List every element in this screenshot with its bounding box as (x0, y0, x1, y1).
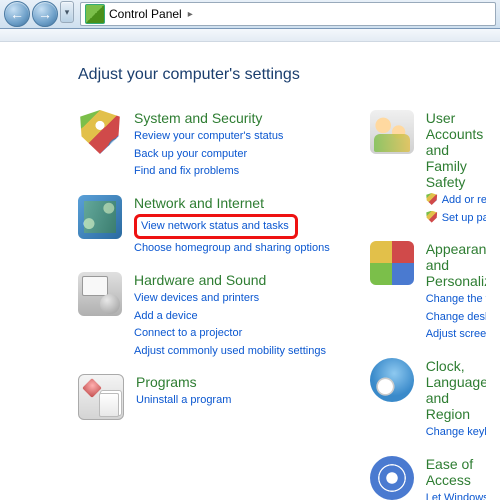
titlebar: ← → ▾ Control Panel ▸ (0, 0, 500, 29)
category-body: Programs Uninstall a program (136, 374, 231, 410)
clock-icon (370, 358, 414, 402)
shield-icon (78, 110, 122, 154)
category-link[interactable]: Review your computer's status (134, 128, 283, 146)
category-group: Appearance and Personalization Change the… (370, 241, 486, 344)
category-group: Clock, Language, and Region Change keyboa… (370, 358, 486, 442)
net-icon (78, 195, 122, 239)
category-title[interactable]: Programs (136, 374, 231, 390)
shield-icon (426, 211, 438, 223)
category-link[interactable]: Back up your computer (134, 146, 283, 164)
category-link[interactable]: Adjust commonly used mobility settings (134, 343, 326, 361)
category-group: System and Security Review your computer'… (78, 110, 330, 181)
category-link[interactable]: Change the theme (426, 291, 486, 309)
categories-right: User Accounts and Family Safety Add or re… (370, 110, 486, 500)
forward-button[interactable]: → (32, 1, 58, 27)
nav-buttons: ← → ▾ (4, 1, 74, 27)
category-link[interactable]: Add or remove user accounts (426, 192, 486, 210)
category-title[interactable]: Ease of Access (426, 456, 486, 488)
app-icon (370, 241, 414, 285)
category-link[interactable]: Connect to a projector (134, 325, 326, 343)
category-body: User Accounts and Family Safety Add or re… (426, 110, 486, 227)
category-body: Appearance and Personalization Change the… (426, 241, 486, 344)
highlighted-link: View network status and tasks (134, 214, 298, 240)
category-link[interactable]: Let Windows suggest settings (426, 490, 486, 500)
category-link[interactable]: Change keyboards or other input methods (426, 424, 486, 442)
control-panel-icon (85, 4, 105, 24)
toolbar (0, 29, 500, 42)
category-body: Network and Internet View network status … (134, 195, 330, 258)
ease-icon (370, 456, 414, 500)
category-link[interactable]: Adjust screen resolution (426, 326, 486, 344)
back-button[interactable]: ← (4, 1, 30, 27)
nav-history-dropdown[interactable]: ▾ (60, 1, 74, 23)
category-group: Network and Internet View network status … (78, 195, 330, 258)
category-link[interactable]: View devices and printers (134, 290, 326, 308)
page-title: Adjust your computer's settings (78, 66, 500, 84)
category-title[interactable]: User Accounts and Family Safety (426, 110, 486, 190)
category-group: Programs Uninstall a program (78, 374, 330, 420)
category-link[interactable]: Uninstall a program (136, 392, 231, 410)
category-group: Ease of Access Let Windows suggest settin… (370, 456, 486, 500)
category-body: Hardware and Sound View devices and print… (134, 272, 326, 360)
content: Adjust your computer's settings System a… (0, 42, 500, 500)
prog-icon (78, 374, 124, 420)
address-bar[interactable]: Control Panel ▸ (80, 2, 496, 26)
category-title[interactable]: Network and Internet (134, 195, 330, 211)
categories-left: System and Security Review your computer'… (78, 110, 330, 500)
hw-icon (78, 272, 122, 316)
category-link[interactable]: View network status and tasks (141, 218, 289, 236)
category-link[interactable]: Change desktop background (426, 309, 486, 327)
category-link[interactable]: Find and fix problems (134, 163, 283, 181)
category-body: Clock, Language, and Region Change keyboa… (426, 358, 486, 442)
category-title[interactable]: Hardware and Sound (134, 272, 326, 288)
shield-icon (426, 193, 438, 205)
users-icon (370, 110, 414, 154)
category-title[interactable]: Clock, Language, and Region (426, 358, 486, 422)
category-title[interactable]: System and Security (134, 110, 283, 126)
breadcrumb-separator-icon[interactable]: ▸ (188, 9, 193, 20)
breadcrumb-location[interactable]: Control Panel (109, 7, 182, 21)
category-body: Ease of Access Let Windows suggest settin… (426, 456, 486, 500)
category-group: User Accounts and Family Safety Add or re… (370, 110, 486, 227)
category-link[interactable]: Choose homegroup and sharing options (134, 240, 330, 258)
category-link[interactable]: Set up parental controls for any user (426, 210, 486, 228)
category-title[interactable]: Appearance and Personalization (426, 241, 486, 289)
category-body: System and Security Review your computer'… (134, 110, 283, 181)
category-link[interactable]: Add a device (134, 308, 326, 326)
category-group: Hardware and Sound View devices and print… (78, 272, 330, 360)
